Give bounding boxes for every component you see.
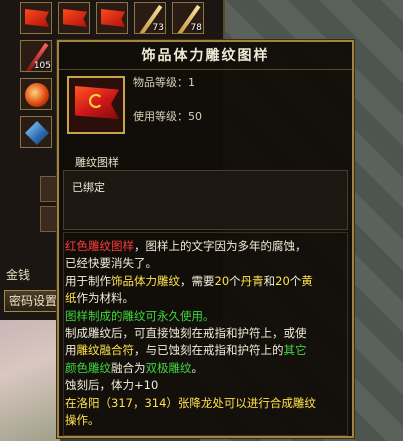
inventory-slot-3[interactable] — [96, 2, 128, 34]
item-tooltip: 饰品体力雕纹图样 物品等级：1 使用等级：50 雕纹图样 已绑定 红色雕纹图样，… — [57, 40, 354, 438]
description-segment: 图样制成的雕纹可永久使用。 — [65, 308, 215, 323]
description-line: 已经快要消失了。 — [65, 255, 350, 272]
inventory-slot-7[interactable] — [20, 78, 52, 110]
use-level-label: 使用等级： — [133, 110, 188, 123]
description-segment: 其它 — [283, 343, 307, 358]
description-segment: 20 — [214, 273, 230, 288]
gold-label: 金钱 — [6, 268, 31, 282]
description-segment: 。 — [191, 360, 204, 375]
red-flag-icon — [101, 9, 125, 27]
description-line: 用雕纹融合符，与已蚀刻在戒指和护符上的其它 — [65, 342, 350, 359]
description-segment: 双极雕纹 — [145, 360, 192, 375]
slot-quantity: 105 — [33, 61, 51, 71]
description-line: 制成雕纹后，可直接蚀刻在戒指和护符上，或使 — [65, 325, 350, 342]
description-segment: 个 — [229, 273, 241, 288]
bound-status: 已绑定 — [72, 181, 105, 194]
fire-orb-icon — [25, 83, 49, 107]
character-figure — [0, 320, 60, 441]
password-settings-button[interactable]: 密码设置 — [4, 290, 64, 312]
description-segment: 制成雕纹后，可直接蚀刻在戒指和护符上，或使 — [65, 326, 307, 341]
inventory-slot-1[interactable] — [20, 2, 52, 34]
description-line: 纸作为材料。 — [65, 290, 350, 307]
description-segment: 已经快要消失了。 — [65, 256, 157, 271]
crystal-icon — [25, 121, 49, 145]
item-level-row: 物品等级：1 — [133, 74, 195, 90]
description-segment: 饰品体力雕纹 — [111, 273, 180, 288]
description-segment: ，需要 — [180, 273, 215, 288]
description-segment: 20 — [275, 273, 290, 288]
description-line: 蚀刻后，体力+10 — [65, 377, 350, 394]
description-segment: ，图样上的文字因为多年的腐蚀， — [134, 239, 307, 253]
slot-quantity: 78 — [190, 23, 202, 33]
inventory-slot-5[interactable]: 78 — [172, 2, 204, 34]
description-line: 图样制成的雕纹可永久使用。 — [65, 308, 350, 325]
description-segment: 黄 — [301, 273, 313, 288]
inventory-slot-2[interactable] — [58, 2, 90, 34]
description-segment: 在洛阳（317，314）张降龙处可以进行合成雕纹 — [65, 395, 316, 410]
description-segment: ，与已蚀刻在戒指和护符上的 — [134, 343, 284, 358]
description-line: 操作。 — [65, 412, 350, 429]
description-segment: 纸 — [65, 291, 77, 306]
item-icon-frame — [67, 76, 125, 134]
inventory-slot-6[interactable]: 105 — [20, 40, 52, 72]
inventory-slot-8[interactable] — [20, 116, 52, 148]
description-line: 在洛阳（317，314）张降龙处可以进行合成雕纹 — [65, 395, 350, 412]
description-segment: 用于制作 — [65, 273, 111, 288]
side-tab-button[interactable] — [40, 176, 58, 202]
description-segment: 操作。 — [65, 413, 100, 428]
side-tab-button[interactable] — [40, 206, 58, 232]
description-segment: 和 — [263, 273, 276, 288]
inventory-slot-4[interactable]: 73 — [134, 2, 166, 34]
use-level-row: 使用等级：50 — [133, 108, 202, 124]
section-label: 雕纹图样 — [75, 156, 119, 169]
description-segment: 融合为 — [111, 360, 146, 375]
red-flag-icon — [25, 9, 49, 27]
description-line: 红色雕纹图样，图样上的文字因为多年的腐蚀， — [65, 238, 350, 255]
description-segment: 丹青 — [240, 273, 264, 288]
red-flag-icon — [63, 9, 87, 27]
description-segment: 蚀刻后，体力+10 — [65, 378, 159, 393]
description-segment: 个 — [289, 273, 302, 288]
description-line: 用于制作饰品体力雕纹，需要20个丹青和20个黄 — [65, 273, 350, 290]
description-segment: 颜色雕纹 — [65, 360, 111, 375]
description-segment: 作为材料。 — [76, 291, 135, 306]
emblem-icon — [89, 94, 103, 108]
slot-quantity: 73 — [152, 23, 164, 33]
description-segment: 用 — [65, 343, 77, 358]
tooltip-title: 饰品体力雕纹图样 — [59, 42, 352, 70]
description-segment: 红色雕纹图样 — [65, 239, 134, 253]
bound-status-box: 已绑定 — [63, 170, 348, 230]
use-level-value: 50 — [188, 110, 202, 123]
item-level-label: 物品等级： — [133, 76, 188, 89]
item-description: 红色雕纹图样，图样上的文字因为多年的腐蚀， 已经快要消失了。 用于制作饰品体力雕纹，… — [65, 238, 350, 429]
item-level-value: 1 — [188, 76, 195, 89]
description-segment: 雕纹融合符 — [76, 343, 135, 358]
description-line: 颜色雕纹融合为双极雕纹。 — [65, 360, 350, 377]
